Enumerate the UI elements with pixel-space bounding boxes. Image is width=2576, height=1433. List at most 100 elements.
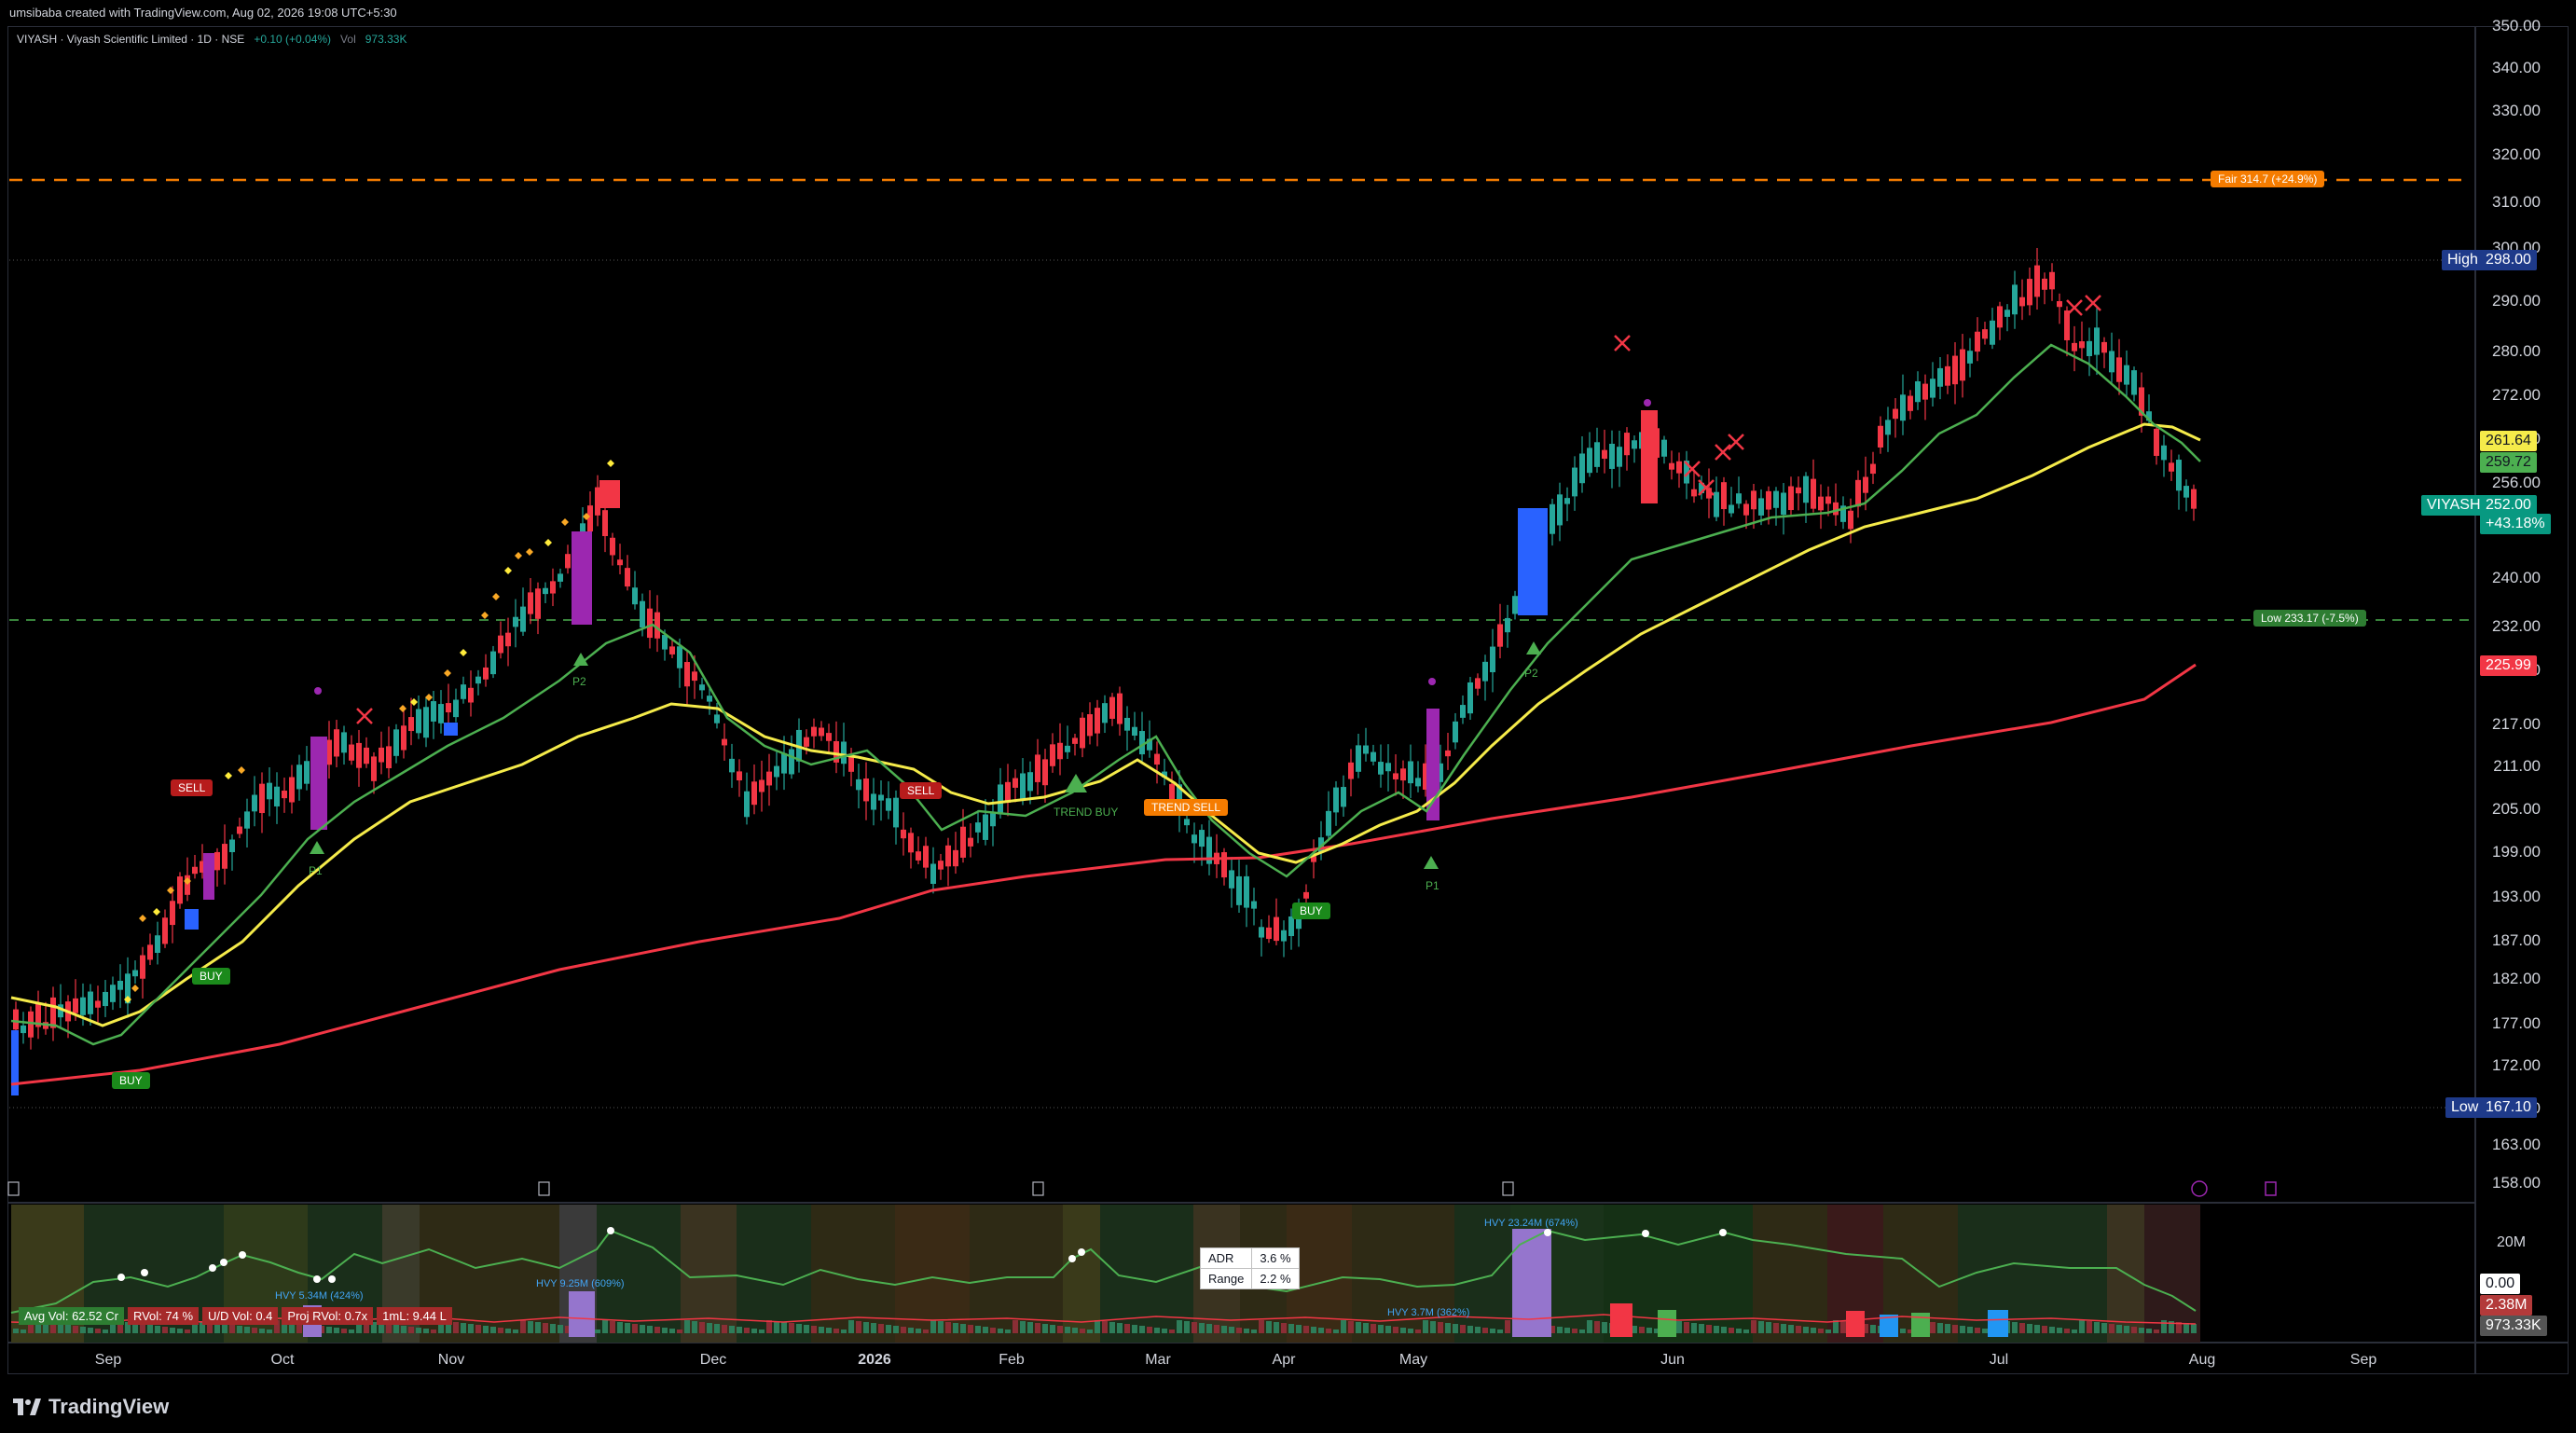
volume-bar (1467, 1326, 1473, 1333)
candle-body (1863, 476, 1868, 493)
candle-body (1848, 510, 1853, 530)
diamond-marker (561, 518, 569, 526)
price-axis-tick: 211.00 (2493, 757, 2541, 775)
diamond-marker (607, 460, 614, 467)
tradingview-logo-text: TradingView (48, 1395, 170, 1418)
chart-canvas[interactable]: 350.00340.00330.00320.00310.00300.00290.… (0, 0, 2576, 1433)
candle-body (1035, 754, 1040, 782)
ema-red-tag: 225.99 (2480, 655, 2537, 676)
volume-peak-dot (607, 1227, 614, 1234)
price-axis-tick: 182.00 (2492, 970, 2541, 987)
candle-body (774, 765, 779, 778)
volume-bar (1960, 1326, 1965, 1333)
candle-body (1729, 504, 1734, 514)
candle-body (1020, 773, 1026, 800)
candle-body (692, 671, 697, 682)
volume-bar (640, 1325, 645, 1333)
candle-body (856, 779, 861, 791)
symbol-change: +0.10 (+0.04%) (254, 33, 332, 46)
volume-bar (185, 1330, 190, 1333)
candle-body (170, 901, 175, 926)
volume-bar (1095, 1320, 1100, 1333)
volume-bar (1333, 1330, 1339, 1333)
volume-band (1352, 1205, 1454, 1343)
candle-highlight (1641, 410, 1658, 503)
ema-fast-line (10, 343, 2201, 1046)
volume-bar (1251, 1330, 1257, 1333)
volume-bar (2049, 1327, 2055, 1333)
volume-bar (848, 1320, 854, 1333)
earnings-markers (7, 1180, 2277, 1197)
candle-body (162, 917, 168, 944)
candle-body (1229, 870, 1234, 889)
candle-body (1378, 762, 1384, 775)
buy-signal-label: BUY (192, 968, 230, 985)
candle-body (274, 786, 280, 806)
volume-bar (461, 1323, 466, 1333)
candle-body (520, 606, 526, 632)
adr-label: Range (1199, 1268, 1253, 1289)
volume-bar (1423, 1320, 1428, 1333)
diamond-marker (544, 539, 552, 546)
volume-bar (796, 1324, 802, 1333)
candle-body (744, 791, 750, 818)
volume-bar (1318, 1328, 1324, 1333)
tradingview-logo[interactable]: TradingView (13, 1395, 169, 1419)
candle-body (1333, 787, 1339, 813)
volume-bar (65, 1325, 71, 1333)
candle-body (1967, 351, 1973, 364)
low-level-label[interactable]: Low 233.17 (-7.5%) (2253, 610, 2366, 627)
volume-bar (177, 1329, 183, 1333)
volume-label: Vol (340, 33, 356, 46)
candle-body (1878, 425, 1883, 448)
candle-body (1550, 503, 1555, 534)
candle-body (103, 991, 108, 1007)
volume-bar (2101, 1323, 2107, 1333)
candle-body (1408, 761, 1413, 784)
volume-bar (2183, 1323, 2189, 1333)
candle-body (1751, 490, 1756, 510)
volume-bar (349, 1330, 354, 1333)
candle-body (684, 662, 690, 687)
volume-bar (1706, 1325, 1712, 1333)
candle-body (95, 1000, 101, 1008)
candle-body (1773, 490, 1779, 508)
candle-body (1497, 624, 1503, 647)
last-price-tag: 252.00 (2480, 495, 2537, 516)
candle-body (1975, 331, 1980, 352)
candle-body (177, 876, 183, 904)
candle-body (811, 726, 817, 737)
candle-body (2191, 489, 2197, 509)
time-axis-label: Nov (437, 1352, 465, 1368)
volume-bar (968, 1325, 973, 1333)
candle-body (699, 684, 705, 691)
volume-bar (1684, 1322, 1689, 1333)
volume-bar (602, 1320, 608, 1333)
volume-bar (2161, 1320, 2167, 1333)
volume-value: 973.33K (365, 33, 407, 46)
fair-level-label[interactable]: Fair 314.7 (+24.9%) (2211, 171, 2325, 187)
symbol-legend[interactable]: VIYASH · Viyash Scientific Limited · 1D … (17, 33, 406, 46)
candle-body (2004, 310, 2010, 317)
candle-body (669, 646, 675, 654)
volume-bar (1490, 1329, 1495, 1333)
candle-body (886, 798, 891, 811)
candle-body (1669, 462, 1674, 470)
time-axis-label: 2026 (858, 1352, 891, 1368)
volume-bar (2094, 1322, 2100, 1333)
volume-bar (2116, 1325, 2122, 1333)
candle-body (841, 741, 847, 765)
volume-bar (1400, 1328, 1406, 1333)
avg-volume-stat: Avg Vol: 62.52 Cr (19, 1307, 124, 1325)
ema-green-tag: 259.72 (2480, 452, 2537, 473)
one-ml-stat: 1mL: 9.44 L (377, 1307, 452, 1325)
volume-bar (1244, 1329, 1249, 1333)
pivot-label: P2 (1524, 667, 1538, 680)
candle-body (1915, 380, 1921, 403)
candle-body (1102, 703, 1108, 723)
volume-bar (684, 1320, 690, 1333)
candle-body (1564, 498, 1570, 504)
symbol-title[interactable]: VIYASH · Viyash Scientific Limited · 1D … (17, 33, 244, 46)
candle-body (1393, 773, 1398, 779)
volume-bar (423, 1329, 429, 1333)
